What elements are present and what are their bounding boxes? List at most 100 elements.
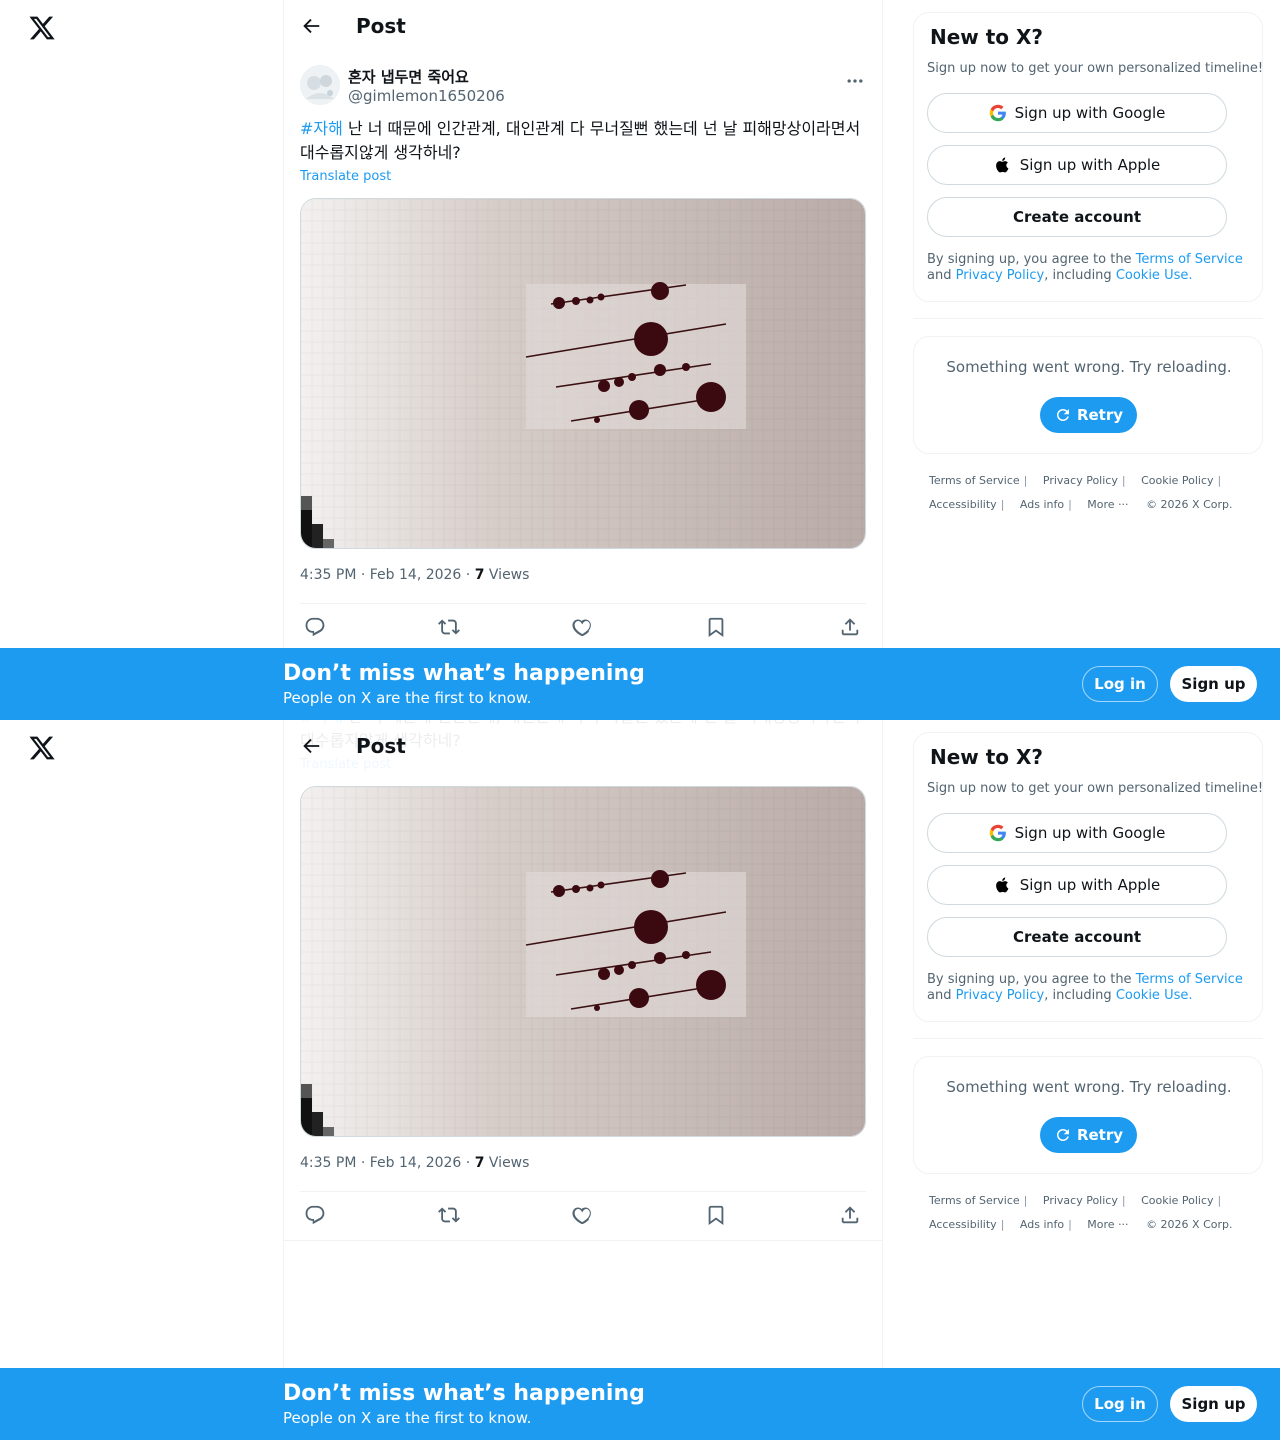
- page-title: Post: [356, 734, 406, 758]
- footer-ads-link[interactable]: Ads info: [1020, 1218, 1064, 1231]
- x-logo-icon[interactable]: [28, 14, 56, 42]
- translate-link[interactable]: Translate post: [300, 169, 391, 184]
- retry-label: Retry: [1076, 406, 1124, 424]
- apple-signup-button[interactable]: Sign up with Apple: [927, 145, 1227, 185]
- repost-icon[interactable]: [438, 1204, 460, 1226]
- footer-cookie-link[interactable]: Cookie Policy: [1141, 474, 1213, 487]
- footer-more-link[interactable]: More ···: [1087, 1218, 1128, 1231]
- create-account-button[interactable]: Create account: [927, 917, 1227, 957]
- footer-row-1: Terms of Service | Privacy Policy | Cookie…: [929, 1194, 1233, 1207]
- signup-button[interactable]: Sign up: [1170, 666, 1257, 702]
- post-body: 난 너 때문에 인간관계, 대인관계 다 무너질뻔 했는데 넌 날 피해망상이라…: [300, 119, 861, 162]
- cookie-use-link[interactable]: Cookie Use.: [1116, 268, 1193, 283]
- footer-separator: |: [1000, 1218, 1005, 1231]
- apple-icon: [995, 157, 1009, 173]
- footer-accessibility-link[interactable]: Accessibility: [929, 498, 997, 511]
- footer-terms-link[interactable]: Terms of Service: [929, 1194, 1020, 1207]
- x-logo-icon[interactable]: [28, 734, 56, 762]
- footer-row-2: Accessibility | Ads info | More ··· © 2026…: [929, 498, 1237, 511]
- repost-icon[interactable]: [438, 616, 460, 638]
- like-icon[interactable]: [571, 616, 593, 638]
- avatar[interactable]: [300, 65, 340, 105]
- like-icon[interactable]: [571, 1204, 593, 1226]
- share-icon[interactable]: [839, 616, 861, 638]
- share-icon[interactable]: [839, 1204, 861, 1226]
- divider: [913, 318, 1263, 319]
- login-button[interactable]: Log in: [1082, 666, 1158, 702]
- footer-accessibility-link[interactable]: Accessibility: [929, 1218, 997, 1231]
- main-column: Post 혼자 냅두면 죽어요 @gimlemon1650206 #자해 난 너…: [283, 0, 883, 720]
- google-signup-button[interactable]: Sign up with Google: [927, 813, 1227, 853]
- reply-icon[interactable]: [304, 1204, 326, 1226]
- terms-prefix: By signing up, you agree to the: [927, 972, 1136, 987]
- retry-button[interactable]: Retry: [1040, 397, 1137, 433]
- author-name[interactable]: 혼자 냅두면 죽어요: [348, 66, 469, 87]
- signup-button[interactable]: Sign up: [1170, 1386, 1257, 1422]
- viewport-top: Post 혼자 냅두면 죽어요 @gimlemon1650206 #자해 난 너…: [0, 0, 1280, 720]
- back-arrow-icon[interactable]: [300, 735, 322, 757]
- apple-signup-label: Sign up with Apple: [1019, 876, 1161, 894]
- author-handle[interactable]: @gimlemon1650206: [348, 87, 505, 105]
- footer-separator: |: [1023, 474, 1028, 487]
- terms-of-service-link[interactable]: Terms of Service: [1136, 252, 1243, 267]
- footer-separator: |: [1121, 1194, 1126, 1207]
- signup-banner: Don’t miss what’s happening People on X …: [0, 1368, 1280, 1440]
- terms-text: By signing up, you agree to the Terms of…: [927, 252, 1252, 284]
- divider: [284, 1240, 882, 1241]
- post-time[interactable]: 4:35 PM · Feb 14, 2026 ·: [300, 567, 475, 583]
- google-signup-label: Sign up with Google: [1014, 104, 1166, 122]
- back-arrow-icon[interactable]: [300, 15, 322, 37]
- pixelated-image: [301, 199, 865, 548]
- post: 혼자 냅두면 죽어요 @gimlemon1650206 #자해 난 너 때문에 …: [300, 65, 866, 665]
- footer-separator: |: [1217, 474, 1222, 487]
- banner-subtitle: People on X are the first to know.: [283, 1409, 532, 1427]
- footer-copyright: © 2026 X Corp.: [1146, 1218, 1233, 1231]
- footer-ads-link[interactable]: Ads info: [1020, 498, 1064, 511]
- create-account-button[interactable]: Create account: [927, 197, 1227, 237]
- post-meta: 4:35 PM · Feb 14, 2026 · 7 Views: [300, 567, 529, 583]
- post-image[interactable]: [300, 198, 866, 549]
- signup-subtitle: Sign up now to get your own personalized…: [927, 781, 1264, 796]
- terms-of-service-link[interactable]: Terms of Service: [1136, 972, 1243, 987]
- more-icon[interactable]: [845, 71, 865, 91]
- apple-icon: [995, 877, 1009, 893]
- action-bar: [300, 1192, 866, 1240]
- post-time[interactable]: 4:35 PM · Feb 14, 2026 ·: [300, 1155, 475, 1171]
- reply-icon[interactable]: [304, 616, 326, 638]
- error-card: Something went wrong. Try reloading. Ret…: [913, 336, 1263, 454]
- footer-terms-link[interactable]: Terms of Service: [929, 474, 1020, 487]
- footer-privacy-link[interactable]: Privacy Policy: [1043, 474, 1118, 487]
- main-column: Post #자해 난 너 때문에 인간관계, 대인관계 다 무너질뻔 했는데 넌…: [283, 720, 883, 1440]
- footer-privacy-link[interactable]: Privacy Policy: [1043, 1194, 1118, 1207]
- views-count: 7: [474, 567, 485, 583]
- bookmark-icon[interactable]: [705, 616, 727, 638]
- banner-title: Don’t miss what’s happening: [283, 661, 645, 686]
- post: #자해 난 너 때문에 인간관계, 대인관계 다 무너질뻔 했는데 넌 날 피해…: [284, 720, 882, 1253]
- bookmark-icon[interactable]: [705, 1204, 727, 1226]
- footer-more-link[interactable]: More ···: [1087, 498, 1128, 511]
- post-meta: 4:35 PM · Feb 14, 2026 · 7 Views: [300, 1155, 529, 1171]
- terms-prefix: By signing up, you agree to the: [927, 252, 1136, 267]
- post-header: Post: [284, 0, 882, 53]
- hashtag-link[interactable]: #자해: [300, 119, 343, 138]
- sidebar: New to X? Sign up now to get your own pe…: [913, 732, 1263, 1252]
- google-icon: [989, 104, 1006, 122]
- apple-signup-label: Sign up with Apple: [1019, 156, 1161, 174]
- error-message: Something went wrong. Try reloading.: [946, 358, 1232, 376]
- privacy-policy-link[interactable]: Privacy Policy: [956, 268, 1045, 283]
- google-signup-button[interactable]: Sign up with Google: [927, 93, 1227, 133]
- page-title: Post: [356, 14, 406, 38]
- cookie-use-link[interactable]: Cookie Use.: [1116, 988, 1193, 1003]
- terms-and: and: [927, 268, 956, 283]
- footer-cookie-link[interactable]: Cookie Policy: [1141, 1194, 1213, 1207]
- signup-card: New to X? Sign up now to get your own pe…: [913, 732, 1263, 1022]
- privacy-policy-link[interactable]: Privacy Policy: [956, 988, 1045, 1003]
- error-message: Something went wrong. Try reloading.: [946, 1078, 1232, 1096]
- post-image[interactable]: [300, 786, 866, 1137]
- banner-title: Don’t miss what’s happening: [283, 1381, 645, 1406]
- apple-signup-button[interactable]: Sign up with Apple: [927, 865, 1227, 905]
- retry-button[interactable]: Retry: [1040, 1117, 1137, 1153]
- footer-separator: |: [1000, 498, 1005, 511]
- banner-subtitle: People on X are the first to know.: [283, 689, 532, 707]
- login-button[interactable]: Log in: [1082, 1386, 1158, 1422]
